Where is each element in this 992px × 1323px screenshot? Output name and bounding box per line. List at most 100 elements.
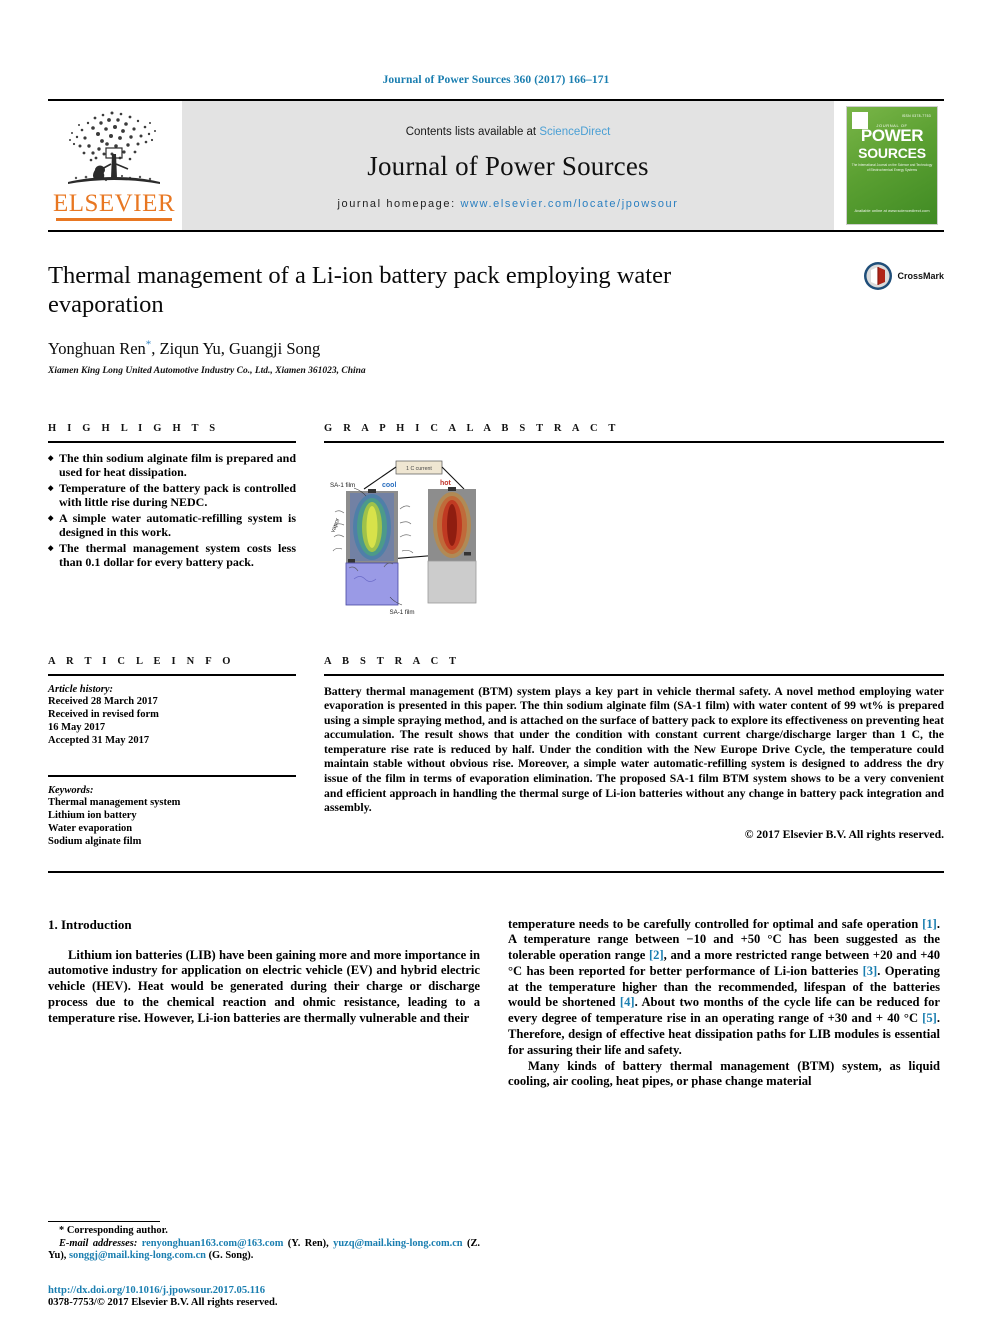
abstract-copyright: © 2017 Elsevier B.V. All rights reserved…: [744, 827, 944, 841]
email-attrib-1: (Y. Ren),: [287, 1237, 329, 1249]
doi-block: http://dx.doi.org/10.1016/j.jpowsour.201…: [48, 1285, 508, 1308]
journal-masthead: ELSEVIER Contents lists available at Sci…: [48, 99, 944, 232]
articleinfo-abstract-row: A R T I C L E I N F O Article history: R…: [48, 656, 944, 848]
crossmark-icon: [864, 262, 893, 290]
affiliation: Xiamen King Long United Automotive Indus…: [48, 365, 366, 376]
article-history-list: Received 28 March 2017 Received in revis…: [48, 695, 296, 747]
cover-title-power: POWER: [860, 126, 924, 145]
journal-homepage-line: journal homepage: www.elsevier.com/locat…: [337, 198, 678, 210]
cover-title-sources: SOURCES: [858, 145, 926, 161]
intro-paragraph-right-1: temperature needs to be carefully contro…: [508, 917, 940, 1059]
footnote-text: * Corresponding author. E-mail addresses…: [48, 1225, 480, 1263]
elsevier-tree-icon: [68, 111, 160, 184]
homepage-url-link[interactable]: www.elsevier.com/locate/jpowsour: [460, 198, 678, 210]
intro-r1a: temperature needs to be carefully contro…: [508, 916, 923, 931]
journal-cover-thumbnail: ISSN 0378-7753 JOURNAL OF POWER SOURCES …: [840, 101, 944, 230]
citation-4[interactable]: [4]: [620, 995, 635, 1009]
sa1-film-label-left: SA-1 film: [330, 482, 355, 489]
paper-title: Thermal management of a Li-ion battery p…: [48, 262, 672, 318]
elsevier-logo: ELSEVIER: [48, 101, 180, 230]
keyword: Thermal management system: [48, 796, 181, 808]
article-info-column: A R T I C L E I N F O Article history: R…: [48, 656, 296, 848]
email-label: E-mail addresses:: [59, 1237, 138, 1249]
elsevier-rule: [56, 218, 172, 221]
article-history-label: Article history:: [48, 683, 114, 695]
email-attrib-3: (G. Song).: [208, 1250, 254, 1262]
cool-label: cool: [382, 482, 396, 489]
corresponding-author-marker: *: [145, 338, 152, 350]
journal-title: Journal of Power Sources: [367, 150, 649, 181]
graphical-abstract-column: G R A P H I C A L A B S T R A C T 1 C cu…: [324, 423, 944, 620]
hot-tank: [427, 560, 477, 603]
journal-band: Contents lists available at ScienceDirec…: [182, 101, 834, 230]
history-line: Received in revised form: [48, 708, 159, 720]
cover-issn: ISSN 0378-7753: [901, 114, 931, 118]
cool-tank: [345, 562, 399, 605]
keyword: Lithium ion battery: [48, 809, 137, 821]
section-title-introduction: 1. Introduction: [48, 916, 132, 932]
keywords-rule: [48, 774, 296, 777]
authors-text: Yonghuan Ren*, Ziqun Yu, Guangji Song: [48, 338, 321, 358]
footnote-rule: [48, 1221, 160, 1223]
elsevier-wordmark: ELSEVIER: [52, 190, 176, 217]
email-link-3[interactable]: songgj@mail.king-long.com.cn: [69, 1250, 206, 1261]
keyword: Sodium alginate film: [48, 835, 142, 847]
history-line: Accepted 31 May 2017: [48, 734, 150, 746]
running-head: Journal of Power Sources 360 (2017) 166–…: [382, 74, 610, 86]
current-source-label: 1 C current: [406, 466, 432, 472]
issn-copyright: 0378-7753/© 2017 Elsevier B.V. All right…: [48, 1297, 278, 1308]
graphical-abstract-heading: G R A P H I C A L A B S T R A C T: [324, 422, 620, 434]
corresponding-marker: *: [59, 1225, 65, 1237]
journal-cover-image: ISSN 0378-7753 JOURNAL OF POWER SOURCES …: [846, 106, 938, 225]
cool-cell: [346, 488, 398, 563]
cover-footer: Available online at www.sciencedirect.co…: [854, 208, 930, 213]
list-item: Temperature of the battery pack is contr…: [48, 481, 296, 510]
abstract-heading: A B S T R A C T: [324, 655, 461, 667]
title-area: Thermal management of a Li-ion battery p…: [48, 261, 944, 376]
highlights-rule: [48, 440, 296, 443]
body-column-left: 1. Introduction Lithium ion batteries (L…: [48, 917, 480, 1091]
cover-tagline: The International Journal on the Science…: [851, 163, 933, 172]
highlights-graphical-row: H I G H L I G H T S The thin sodium algi…: [48, 423, 944, 620]
graphical-abstract-figure: 1 C current SA-1 film SA-1 film vapor co…: [330, 460, 477, 616]
highlights-column: H I G H L I G H T S The thin sodium algi…: [48, 423, 296, 620]
article-info-rule: [48, 673, 296, 676]
email-link-1[interactable]: renyonghuan163.com@163.com: [142, 1238, 284, 1249]
list-item: A simple water automatic-refilling syste…: [48, 511, 296, 540]
author-list: Yonghuan Ren*, Ziqun Yu, Guangji Song: [48, 338, 944, 359]
citation-1[interactable]: [1]: [922, 917, 937, 931]
paper-page: Journal of Power Sources 360 (2017) 166–…: [0, 0, 992, 1323]
citation-5[interactable]: [5]: [922, 1011, 937, 1025]
corresponding-author-note: Corresponding author.: [66, 1225, 168, 1237]
homepage-prefix: journal homepage:: [337, 197, 461, 210]
body-columns: 1. Introduction Lithium ion batteries (L…: [48, 917, 944, 1091]
body-column-right: temperature needs to be carefully contro…: [508, 917, 940, 1091]
abstract-rule: [324, 673, 944, 676]
contents-available-line: Contents lists available at ScienceDirec…: [406, 126, 611, 138]
abstract-column: A B S T R A C T Battery thermal manageme…: [324, 656, 944, 848]
history-line: 16 May 2017: [48, 721, 106, 733]
keyword: Water evaporation: [48, 822, 133, 834]
citation-3[interactable]: [3]: [863, 964, 878, 978]
intro-paragraph-left: Lithium ion batteries (LIB) have been ga…: [48, 947, 480, 1025]
citation-2[interactable]: [2]: [649, 948, 664, 962]
graphical-abstract-figure-wrap: 1 C current SA-1 film SA-1 film vapor co…: [324, 455, 944, 620]
footnote-block: * Corresponding author. E-mail addresses…: [48, 1221, 480, 1263]
list-item: The thin sodium alginate film is prepare…: [48, 451, 296, 480]
email-link-2[interactable]: yuzq@mail.king-long.com.cn: [333, 1238, 462, 1249]
history-line: Received 28 March 2017: [48, 695, 158, 707]
body-separator-rule: [48, 870, 944, 873]
highlights-list: The thin sodium alginate film is prepare…: [48, 451, 296, 570]
sciencedirect-link[interactable]: ScienceDirect: [539, 126, 610, 138]
crossmark-badge[interactable]: CrossMark: [863, 261, 944, 291]
list-item: The thermal management system costs less…: [48, 541, 296, 570]
hot-cell: [428, 486, 476, 561]
keywords-label: Keywords:: [48, 784, 94, 796]
doi-link[interactable]: http://dx.doi.org/10.1016/j.jpowsour.201…: [48, 1285, 508, 1296]
intro-paragraph-right-2: Many kinds of battery thermal management…: [508, 1058, 940, 1089]
vapor-label: vapor: [330, 517, 341, 533]
hot-label: hot: [440, 480, 452, 487]
abstract-text: Battery thermal management (BTM) system …: [324, 684, 944, 815]
sa1-film-label-bottom: SA-1 film: [389, 609, 414, 616]
